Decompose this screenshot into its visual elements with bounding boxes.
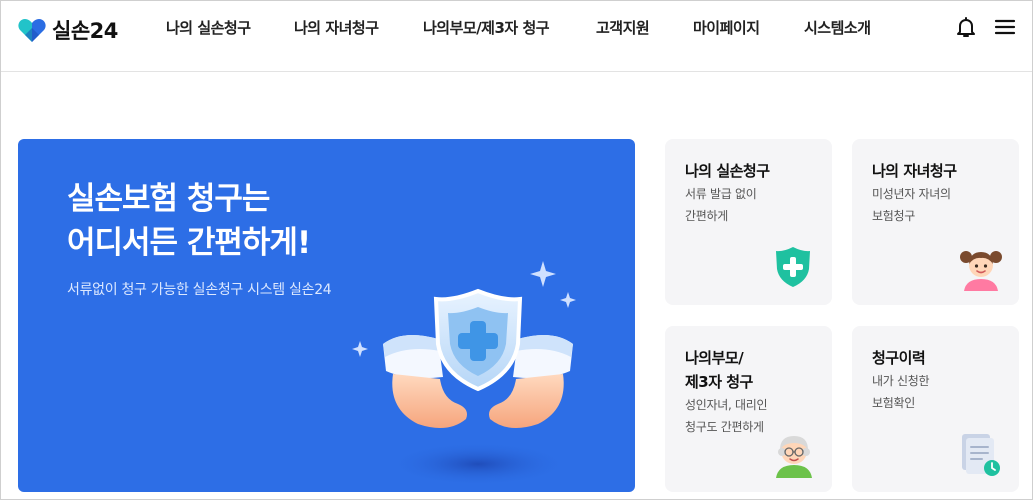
document-clock-icon: [962, 434, 1000, 476]
card-desc-line-1: 내가 신청한: [872, 374, 930, 388]
hero-subtitle: 서류없이 청구 가능한 실손청구 시스템 실손24: [67, 282, 332, 298]
card-desc-line-2: 보험청구: [872, 209, 915, 223]
card-desc-line-1: 미성년자 자녀의: [872, 187, 951, 201]
card-child-claim[interactable]: 나의 자녀청구 미성년자 자녀의 보험청구: [852, 139, 1019, 305]
card-title: 나의부모/ 제3자 청구: [685, 346, 753, 394]
hands-holding-shield-illustration: [352, 261, 576, 486]
hero-banner: 실손보험 청구는 어디서든 간편하게! 서류없이 청구 가능한 실손청구 시스템…: [18, 139, 635, 492]
heart-logo-icon: [18, 19, 46, 42]
nav-child-claim[interactable]: 나의 자녀청구: [294, 17, 379, 38]
card-parent-third-party-claim[interactable]: 나의부모/ 제3자 청구 성인자녀, 대리인 청구도 간편하게: [665, 326, 832, 492]
card-claim-history[interactable]: 청구이력 내가 신청한 보험확인: [852, 326, 1019, 492]
nav-customer-support[interactable]: 고객지원: [596, 17, 650, 38]
hamburger-menu-icon[interactable]: [993, 15, 1017, 39]
card-title-line-1: 나의부모/: [685, 349, 744, 367]
card-desc-line-1: 서류 발급 없이: [685, 187, 757, 201]
logo-text: 실손24: [52, 19, 118, 43]
nav-my-page[interactable]: 마이페이지: [693, 17, 760, 38]
card-desc-line-2: 간편하게: [685, 209, 728, 223]
girl-child-icon: [960, 251, 1002, 291]
nav-my-claim[interactable]: 나의 실손청구: [166, 17, 251, 38]
card-title: 나의 자녀청구: [872, 162, 957, 180]
green-shield-cross-icon: [776, 247, 810, 287]
top-header: 실손24 나의 실손청구 나의 자녀청구 나의부모/제3자 청구 고객지원 마이…: [1, 1, 1032, 72]
nav-system-intro[interactable]: 시스템소개: [804, 17, 871, 38]
nav-parent-third-party-claim[interactable]: 나의부모/제3자 청구: [423, 17, 550, 38]
sparkle-icon: [530, 261, 556, 287]
site-logo[interactable]: 실손24: [18, 15, 118, 45]
sparkle-icon: [352, 341, 368, 357]
hero-title-line-2: 어디서든 간편하게!: [67, 225, 311, 261]
grandparent-icon: [776, 436, 812, 478]
card-title: 청구이력: [872, 349, 926, 367]
hero-title-line-1: 실손보험 청구는: [67, 181, 270, 217]
card-title-line-2: 제3자 청구: [685, 373, 753, 391]
card-title: 나의 실손청구: [685, 162, 770, 180]
card-desc-line-1: 성인자녀, 대리인: [685, 398, 768, 412]
sparkle-icon: [560, 292, 576, 308]
card-desc-line-2: 보험확인: [872, 396, 915, 410]
hero-title: 실손보험 청구는 어디서든 간편하게!: [67, 177, 311, 265]
card-my-claim[interactable]: 나의 실손청구 서류 발급 없이 간편하게: [665, 139, 832, 305]
card-desc-line-2: 청구도 간편하게: [685, 420, 764, 434]
bell-icon[interactable]: [954, 15, 978, 39]
